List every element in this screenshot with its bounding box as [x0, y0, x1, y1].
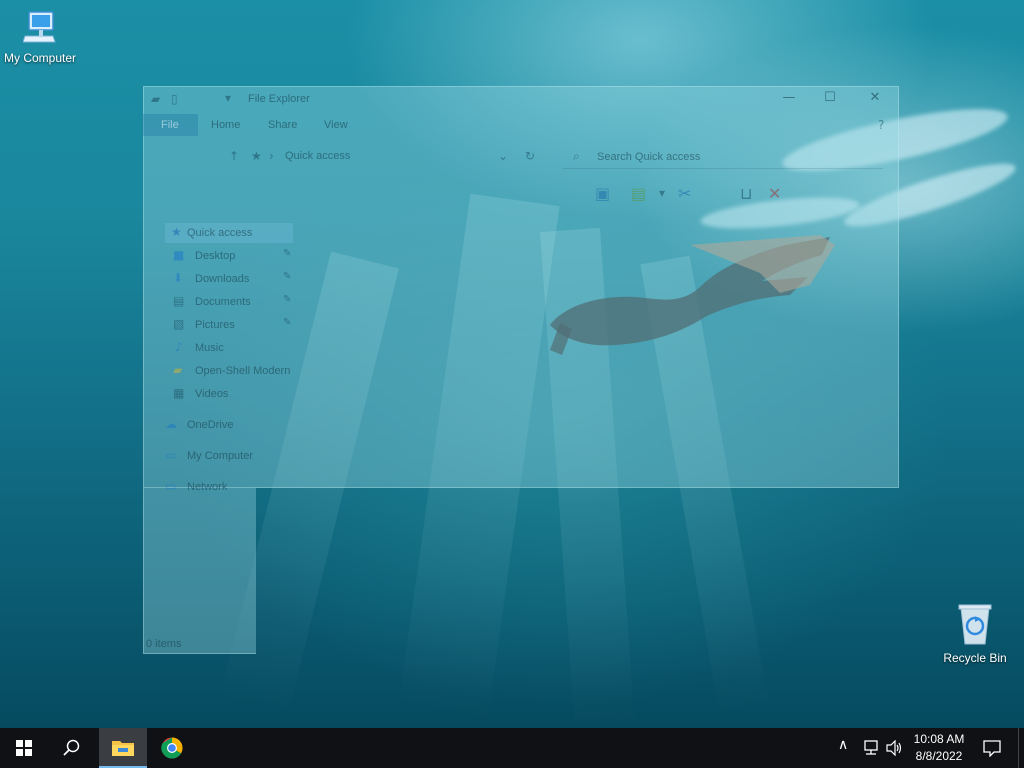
- cloud-icon: ☁: [165, 417, 177, 431]
- chevron-right-icon: ›: [269, 149, 274, 163]
- recycle-bin-icon: [958, 604, 992, 645]
- nav-label: Quick access: [187, 227, 253, 239]
- chrome-icon: [161, 737, 183, 759]
- file-explorer-icon: [112, 741, 134, 756]
- network-icon[interactable]: [862, 740, 880, 756]
- nav-item-quick-access[interactable]: ★ Quick access: [165, 223, 293, 243]
- explorer-nav-pane-lower: [143, 488, 256, 654]
- taskbar-file-explorer[interactable]: [99, 728, 147, 768]
- tab-home[interactable]: Home: [211, 119, 240, 131]
- desktop-icon-label: Recycle Bin: [943, 651, 1007, 665]
- minimize-button[interactable]: —: [769, 90, 809, 110]
- maximize-icon: ☐: [824, 90, 836, 105]
- show-hidden-icons-chevron-icon[interactable]: ∧: [838, 737, 848, 753]
- nav-item-my-computer[interactable]: ▭ My Computer: [165, 446, 285, 466]
- download-arrow-icon: ⬇: [173, 271, 184, 285]
- desktop-icon-my-computer[interactable]: My Computer: [0, 10, 82, 65]
- maximize-button[interactable]: ☐: [810, 90, 850, 110]
- folder-icon: ▰: [173, 363, 183, 377]
- tab-share[interactable]: Share: [268, 119, 297, 131]
- music-note-icon: ♪: [175, 340, 183, 354]
- nav-label: OneDrive: [187, 419, 234, 431]
- nav-label: Music: [195, 342, 224, 354]
- tab-file[interactable]: File: [143, 114, 198, 136]
- pin-icon: ✎: [283, 271, 292, 282]
- pin-icon: ✎: [283, 317, 292, 328]
- quick-access-star-icon: ★: [251, 149, 262, 163]
- delete-icon[interactable]: ✕: [768, 184, 781, 203]
- nav-item-onedrive[interactable]: ☁ OneDrive: [165, 415, 285, 435]
- search-icon: [63, 739, 80, 756]
- chevron-down-icon[interactable]: ⌄: [498, 149, 508, 163]
- start-button[interactable]: [0, 728, 48, 768]
- address-bar[interactable]: Quick access: [285, 150, 350, 162]
- taskbar-clock[interactable]: 10:08 AM 8/8/2022: [905, 731, 973, 765]
- search-input[interactable]: Search Quick access: [597, 151, 700, 163]
- document-icon: ▤: [173, 294, 185, 308]
- nav-item-open-shell-modern[interactable]: ▰ Open-Shell Modern: [173, 361, 303, 381]
- folder-icon: ▰: [151, 92, 161, 106]
- search-button[interactable]: [48, 728, 96, 768]
- status-bar-item-count: 0 items: [146, 638, 182, 650]
- pictures-icon: ▧: [173, 317, 185, 331]
- pin-icon: ✎: [283, 294, 292, 305]
- dropdown-icon[interactable]: ▾: [659, 186, 665, 200]
- nav-label: Desktop: [195, 250, 236, 262]
- notifications-icon[interactable]: [983, 739, 1001, 757]
- windows-logo-icon: [16, 740, 32, 756]
- nav-item-network[interactable]: ▭ Network: [165, 477, 285, 497]
- quick-access-toolbar-icon[interactable]: ▯: [171, 92, 178, 106]
- copy-icon[interactable]: ▤: [631, 184, 646, 203]
- file-explorer-window[interactable]: ▰ ▯ ▾ File Explorer — ☐ ✕ File Home Shar…: [143, 86, 899, 654]
- taskbar-chrome[interactable]: [148, 728, 196, 768]
- minimize-icon: —: [782, 90, 796, 105]
- search-box[interactable]: ⌕ Search Quick access: [563, 146, 883, 169]
- nav-label: Pictures: [195, 319, 235, 331]
- search-icon: ⌕: [573, 149, 580, 163]
- up-arrow-icon[interactable]: ↑: [229, 149, 239, 163]
- nav-label: Videos: [195, 388, 229, 400]
- cut-icon[interactable]: ✂: [678, 184, 691, 203]
- nav-item-documents[interactable]: ▤ Documents ✎: [173, 292, 293, 312]
- nav-label: Downloads: [195, 273, 250, 285]
- nav-label: Documents: [195, 296, 251, 308]
- desktop-wallpaper: My Computer Recycle Bin ▰ ▯ ▾ File Explo…: [0, 0, 1024, 728]
- computer-icon: [22, 11, 56, 43]
- nav-item-desktop[interactable]: ■ Desktop ✎: [173, 246, 293, 266]
- desktop-folder-icon: ■: [173, 248, 185, 262]
- computer-icon: ▭: [165, 448, 177, 462]
- clock-time: 10:08 AM: [913, 732, 965, 746]
- desktop-icon-recycle-bin[interactable]: Recycle Bin: [933, 602, 1017, 665]
- toolbar-dropdown-icon[interactable]: ▾: [225, 91, 231, 105]
- tab-view[interactable]: View: [324, 119, 348, 131]
- rename-icon[interactable]: ⊔: [740, 184, 752, 203]
- close-icon: ✕: [869, 90, 881, 105]
- refresh-icon[interactable]: ↻: [525, 149, 535, 163]
- show-desktop-button[interactable]: [1018, 728, 1024, 768]
- pin-quick-access-icon[interactable]: ▣: [595, 184, 610, 203]
- nav-item-pictures[interactable]: ▧ Pictures ✎: [173, 315, 293, 335]
- nav-label: My Computer: [187, 450, 254, 462]
- nav-label: Open-Shell Modern: [195, 365, 291, 377]
- star-icon: ★: [171, 225, 182, 239]
- nav-label: Network: [187, 481, 228, 493]
- help-icon[interactable]: ?: [878, 118, 884, 132]
- taskbar: ∧ 10:08 AM 8/8/2022: [0, 728, 1024, 768]
- nav-item-videos[interactable]: ▦ Videos: [173, 384, 293, 404]
- desktop-icon-label: My Computer: [3, 51, 77, 65]
- video-icon: ▦: [173, 386, 185, 400]
- volume-icon[interactable]: [886, 740, 904, 756]
- clock-date: 8/8/2022: [915, 749, 963, 763]
- close-button[interactable]: ✕: [855, 90, 895, 110]
- window-title: File Explorer: [248, 93, 310, 105]
- network-icon: ▭: [165, 479, 177, 493]
- pin-icon: ✎: [283, 248, 292, 259]
- tab-label: File: [161, 119, 179, 131]
- nav-item-downloads[interactable]: ⬇ Downloads ✎: [173, 269, 293, 289]
- nav-item-music[interactable]: ♪ Music: [173, 338, 293, 358]
